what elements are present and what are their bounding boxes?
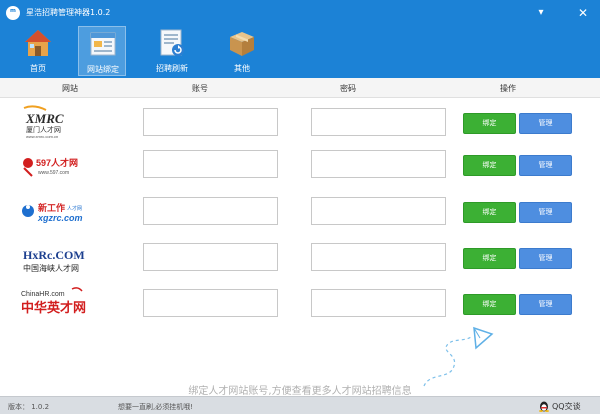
app-logo-icon: ᵐ bbox=[6, 6, 20, 20]
minimize-icon[interactable]: ▾ bbox=[532, 4, 550, 22]
password-input[interactable] bbox=[311, 108, 446, 136]
hxrc-logo-text: HxRc.COM bbox=[23, 248, 85, 262]
tab-home[interactable]: 首页 bbox=[14, 26, 62, 76]
xgz-logo-url: xgzrc.com bbox=[37, 213, 83, 223]
bind-button[interactable]: 绑定 bbox=[463, 294, 516, 315]
refresh-icon bbox=[160, 29, 184, 56]
bind-button[interactable]: 绑定 bbox=[463, 113, 516, 134]
manage-button[interactable]: 管理 bbox=[519, 202, 572, 223]
account-input[interactable] bbox=[143, 243, 278, 271]
manage-button[interactable]: 管理 bbox=[519, 113, 572, 134]
password-input[interactable] bbox=[311, 197, 446, 225]
table-row: 597人才网 www.597.com 绑定 管理 bbox=[0, 142, 600, 186]
table-row: 新工作 人才网 xgzrc.com 绑定 管理 bbox=[0, 189, 600, 233]
site-logo-xgzrc: 新工作 人才网 xgzrc.com bbox=[22, 202, 83, 223]
main-toolbar: 首页 网站绑定 招聘刷新 其他 bbox=[0, 26, 600, 78]
title-bar: ᵐ 星浩招聘管理神器1.0.2 ▾ ✕ bbox=[0, 0, 600, 26]
bind-button[interactable]: 绑定 bbox=[463, 248, 516, 269]
close-icon[interactable]: ✕ bbox=[574, 4, 592, 22]
table-header: 网站 账号 密码 操作 bbox=[0, 78, 600, 98]
header-password: 密码 bbox=[340, 84, 356, 93]
table-row: HxRc.COM 中国海峡人才网 绑定 管理 bbox=[0, 235, 600, 279]
header-site: 网站 bbox=[62, 84, 78, 93]
table-row: XMRC 厦门人才网 www.xmrc.com.cn 绑定 管理 bbox=[0, 100, 600, 144]
version-text: 版本： 1.0.2 bbox=[8, 403, 50, 411]
password-input[interactable] bbox=[311, 150, 446, 178]
tab-home-label: 首页 bbox=[30, 64, 46, 73]
chinahr-logo-cn: 中华英才网 bbox=[21, 300, 86, 316]
site-logo-chinahr: ChinaHR.com 中华英才网 bbox=[21, 287, 86, 316]
tab-other-label: 其他 bbox=[234, 64, 250, 73]
account-input[interactable] bbox=[143, 197, 278, 225]
xmrc-logo-text: XMRC bbox=[25, 111, 64, 126]
status-message: 想要一直刷,必须挂机哦! bbox=[118, 403, 194, 411]
hxrc-logo-cn: 中国海峡人才网 bbox=[23, 263, 79, 273]
bind-button[interactable]: 绑定 bbox=[463, 155, 516, 176]
home-icon bbox=[25, 30, 51, 56]
tab-recruit-refresh[interactable]: 招聘刷新 bbox=[148, 26, 196, 76]
qq-penguin-icon bbox=[539, 401, 549, 412]
tab-other[interactable]: 其他 bbox=[218, 26, 266, 76]
table-row: ChinaHR.com 中华英才网 绑定 管理 bbox=[0, 281, 600, 325]
status-bar: 版本： 1.0.2 想要一直刷,必须挂机哦! QQ交谈 bbox=[0, 396, 600, 414]
tab-website-bind-label: 网站绑定 bbox=[87, 65, 119, 74]
manage-button[interactable]: 管理 bbox=[519, 248, 572, 269]
xmrc-logo-url: www.xmrc.com.cn bbox=[26, 134, 58, 139]
xgz-logo-sub: 人才网 bbox=[67, 205, 82, 212]
bind-button[interactable]: 绑定 bbox=[463, 202, 516, 223]
website-bind-icon bbox=[90, 32, 116, 56]
tab-website-bind[interactable]: 网站绑定 bbox=[78, 26, 126, 76]
account-input[interactable] bbox=[143, 289, 278, 317]
paper-plane-icon bbox=[423, 326, 494, 387]
site-logo-597: 597人才网 www.597.com bbox=[23, 157, 78, 177]
password-input[interactable] bbox=[311, 289, 446, 317]
chinahr-logo-text: ChinaHR.com bbox=[21, 291, 65, 298]
box-icon bbox=[230, 32, 254, 56]
account-input[interactable] bbox=[143, 108, 278, 136]
manage-button[interactable]: 管理 bbox=[519, 294, 572, 315]
r597-logo-url: www.597.com bbox=[38, 170, 69, 176]
header-account: 账号 bbox=[192, 84, 208, 93]
manage-button[interactable]: 管理 bbox=[519, 155, 572, 176]
r597-logo-text: 597人才网 bbox=[36, 157, 78, 168]
qq-chat-button[interactable]: QQ交谈 bbox=[538, 399, 598, 413]
bind-hint-text: 绑定人才网站账号,方便查看更多人才网站招聘信息 bbox=[188, 386, 412, 397]
tab-recruit-refresh-label: 招聘刷新 bbox=[156, 64, 188, 73]
site-logo-xmrc: XMRC 厦门人才网 www.xmrc.com.cn bbox=[23, 105, 64, 139]
account-input[interactable] bbox=[143, 150, 278, 178]
qq-chat-label: QQ交谈 bbox=[552, 402, 581, 411]
site-logo-hxrc: HxRc.COM 中国海峡人才网 bbox=[23, 248, 85, 273]
window-title: 星浩招聘管理神器1.0.2 bbox=[26, 8, 111, 17]
password-input[interactable] bbox=[311, 243, 446, 271]
header-actions: 操作 bbox=[500, 84, 516, 93]
xmrc-logo-cn: 厦门人才网 bbox=[26, 125, 61, 134]
